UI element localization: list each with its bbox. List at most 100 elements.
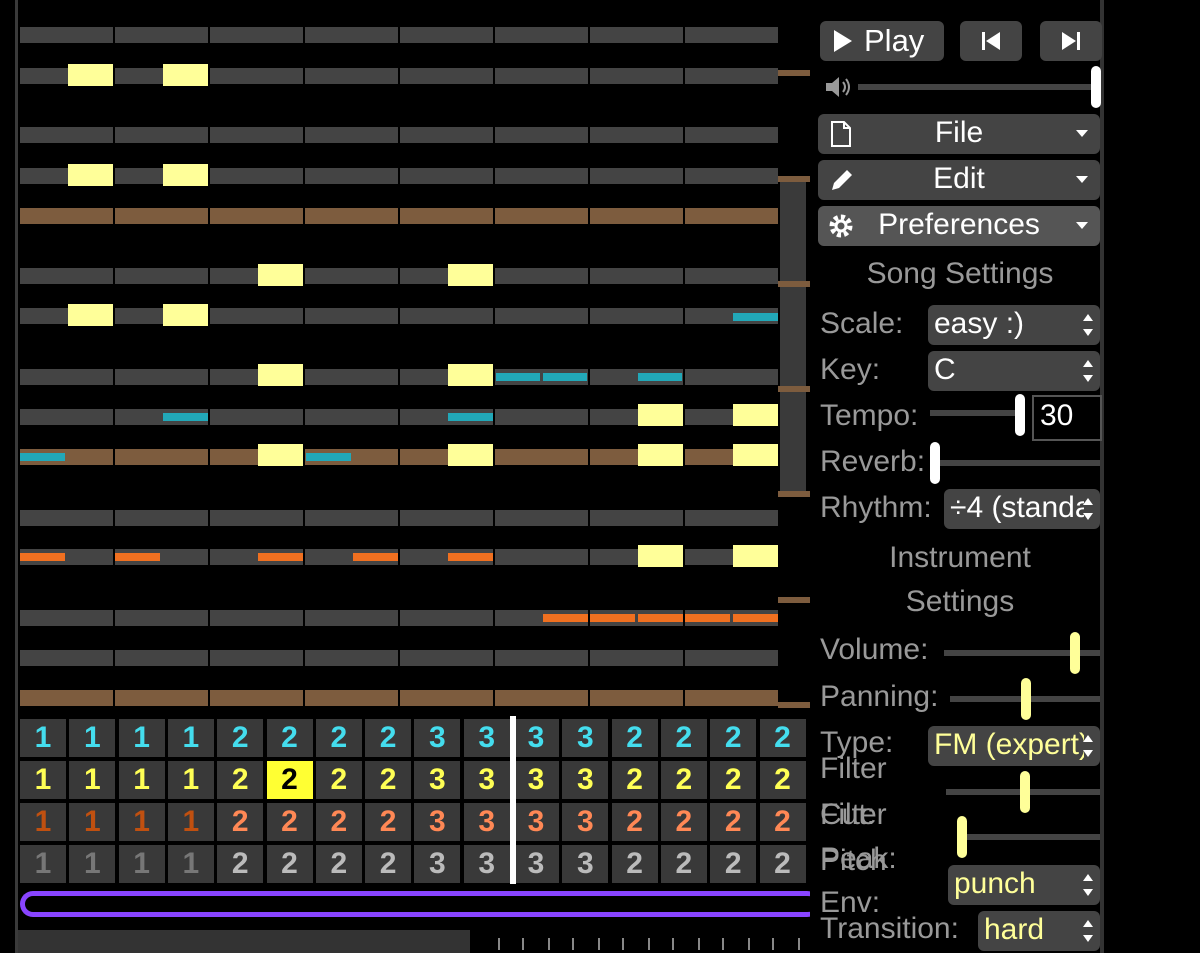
beat-cell[interactable] [20,268,113,284]
scale-select[interactable]: easy :) [928,305,1100,345]
beat-cell[interactable] [685,510,778,526]
pattern-cell[interactable]: 3 [414,845,461,883]
pattern-cell[interactable]: 2 [315,719,362,757]
tempo-slider-track[interactable] [930,410,1024,416]
beat-cell[interactable] [305,168,398,184]
pattern-cell[interactable]: 2 [759,719,806,757]
pattern-cell[interactable]: 3 [513,719,559,757]
beat-cell[interactable] [305,510,398,526]
pattern-cell[interactable]: 2 [759,761,806,799]
instrument-type-select[interactable]: FM (expert) [928,726,1100,766]
beat-cell[interactable] [305,409,398,425]
beat-cell[interactable] [400,610,493,626]
note[interactable] [448,364,493,386]
pattern-cell[interactable]: 2 [365,845,412,883]
pattern-cell[interactable]: 2 [710,761,757,799]
master-volume-knob[interactable] [1091,66,1101,108]
filter-peak-knob[interactable] [957,816,967,858]
pattern-cell[interactable]: 3 [513,845,559,883]
pattern-cell[interactable]: 2 [266,845,313,883]
reverb-slider-knob[interactable] [930,442,940,484]
beat-cell[interactable] [305,68,398,84]
beat-cell[interactable] [495,449,588,465]
beat-cell[interactable] [115,650,208,666]
pattern-cell[interactable]: 2 [710,803,757,841]
note[interactable] [68,64,113,86]
tempo-input[interactable]: 30 [1032,395,1102,441]
beat-cell[interactable] [210,168,303,184]
beat-cell[interactable] [495,409,588,425]
pattern-cell[interactable]: 1 [167,761,214,799]
pattern-cell[interactable]: 1 [167,845,214,883]
pattern-cell[interactable]: 3 [513,803,559,841]
beat-cell[interactable] [210,208,303,224]
pattern-cell[interactable]: 1 [69,719,116,757]
beat-cell[interactable] [20,369,113,385]
pattern-cell[interactable]: 1 [20,803,66,841]
beat-cell[interactable] [590,127,683,143]
beat-cell[interactable] [305,127,398,143]
beat-cell[interactable] [210,510,303,526]
beat-cell[interactable] [495,168,588,184]
beat-cell[interactable] [685,27,778,43]
note[interactable] [68,304,113,326]
pattern-cell[interactable]: 2 [365,803,412,841]
beat-cell[interactable] [305,27,398,43]
pattern-cell[interactable]: 1 [118,845,165,883]
reverb-slider-track[interactable] [934,460,1100,466]
beat-cell[interactable] [590,510,683,526]
pattern-cell[interactable]: 1 [118,719,165,757]
pattern-cell[interactable]: 3 [513,761,559,799]
note[interactable] [163,64,208,86]
beat-cell[interactable] [685,208,778,224]
transition-select[interactable]: hard [978,911,1100,951]
beat-cell[interactable] [20,208,113,224]
tempo-slider-knob[interactable] [1015,394,1025,436]
pattern-cell[interactable]: 2 [266,803,313,841]
preferences-menu[interactable]: Preferences [818,206,1100,246]
pattern-cell[interactable]: 1 [20,761,66,799]
pattern-cell[interactable]: 2 [660,719,707,757]
beat-cell[interactable] [590,168,683,184]
note[interactable] [258,264,303,286]
play-button[interactable]: Play [820,21,944,61]
pattern-cell[interactable]: 2 [611,845,658,883]
note[interactable] [448,264,493,286]
pattern-cell[interactable]: 1 [20,719,66,757]
pattern-cell[interactable]: 3 [463,719,510,757]
pattern-cell[interactable]: 3 [562,845,609,883]
pitch-env-select[interactable]: punch [948,865,1100,905]
beat-cell[interactable] [115,27,208,43]
note[interactable] [258,444,303,466]
beat-cell[interactable] [115,449,208,465]
pattern-cell[interactable]: 1 [167,719,214,757]
beat-cell[interactable] [115,127,208,143]
note[interactable] [163,164,208,186]
beat-cell[interactable] [20,510,113,526]
rhythm-select[interactable]: ÷4 (standard) [944,489,1100,529]
beat-cell[interactable] [685,168,778,184]
pattern-cell[interactable]: 3 [463,761,510,799]
beat-cell[interactable] [590,268,683,284]
pattern-cell[interactable]: 1 [118,761,165,799]
beat-cell[interactable] [495,308,588,324]
key-select[interactable]: C [928,351,1100,391]
pattern-cell[interactable]: 2 [365,761,412,799]
note[interactable] [448,444,493,466]
note[interactable] [733,545,778,567]
beat-cell[interactable] [115,268,208,284]
beat-cell[interactable] [210,690,303,706]
note[interactable] [68,164,113,186]
beat-cell[interactable] [495,208,588,224]
pattern-cell[interactable]: 2 [266,719,313,757]
pattern-cell[interactable]: 2 [217,803,264,841]
pattern-cell[interactable]: 2 [217,719,264,757]
note[interactable] [733,404,778,426]
beat-cell[interactable] [590,308,683,324]
beat-cell[interactable] [115,369,208,385]
beat-cell[interactable] [305,208,398,224]
note[interactable] [163,304,208,326]
pattern-cell[interactable]: 3 [562,761,609,799]
beat-cell[interactable] [20,127,113,143]
beat-cell[interactable] [305,369,398,385]
